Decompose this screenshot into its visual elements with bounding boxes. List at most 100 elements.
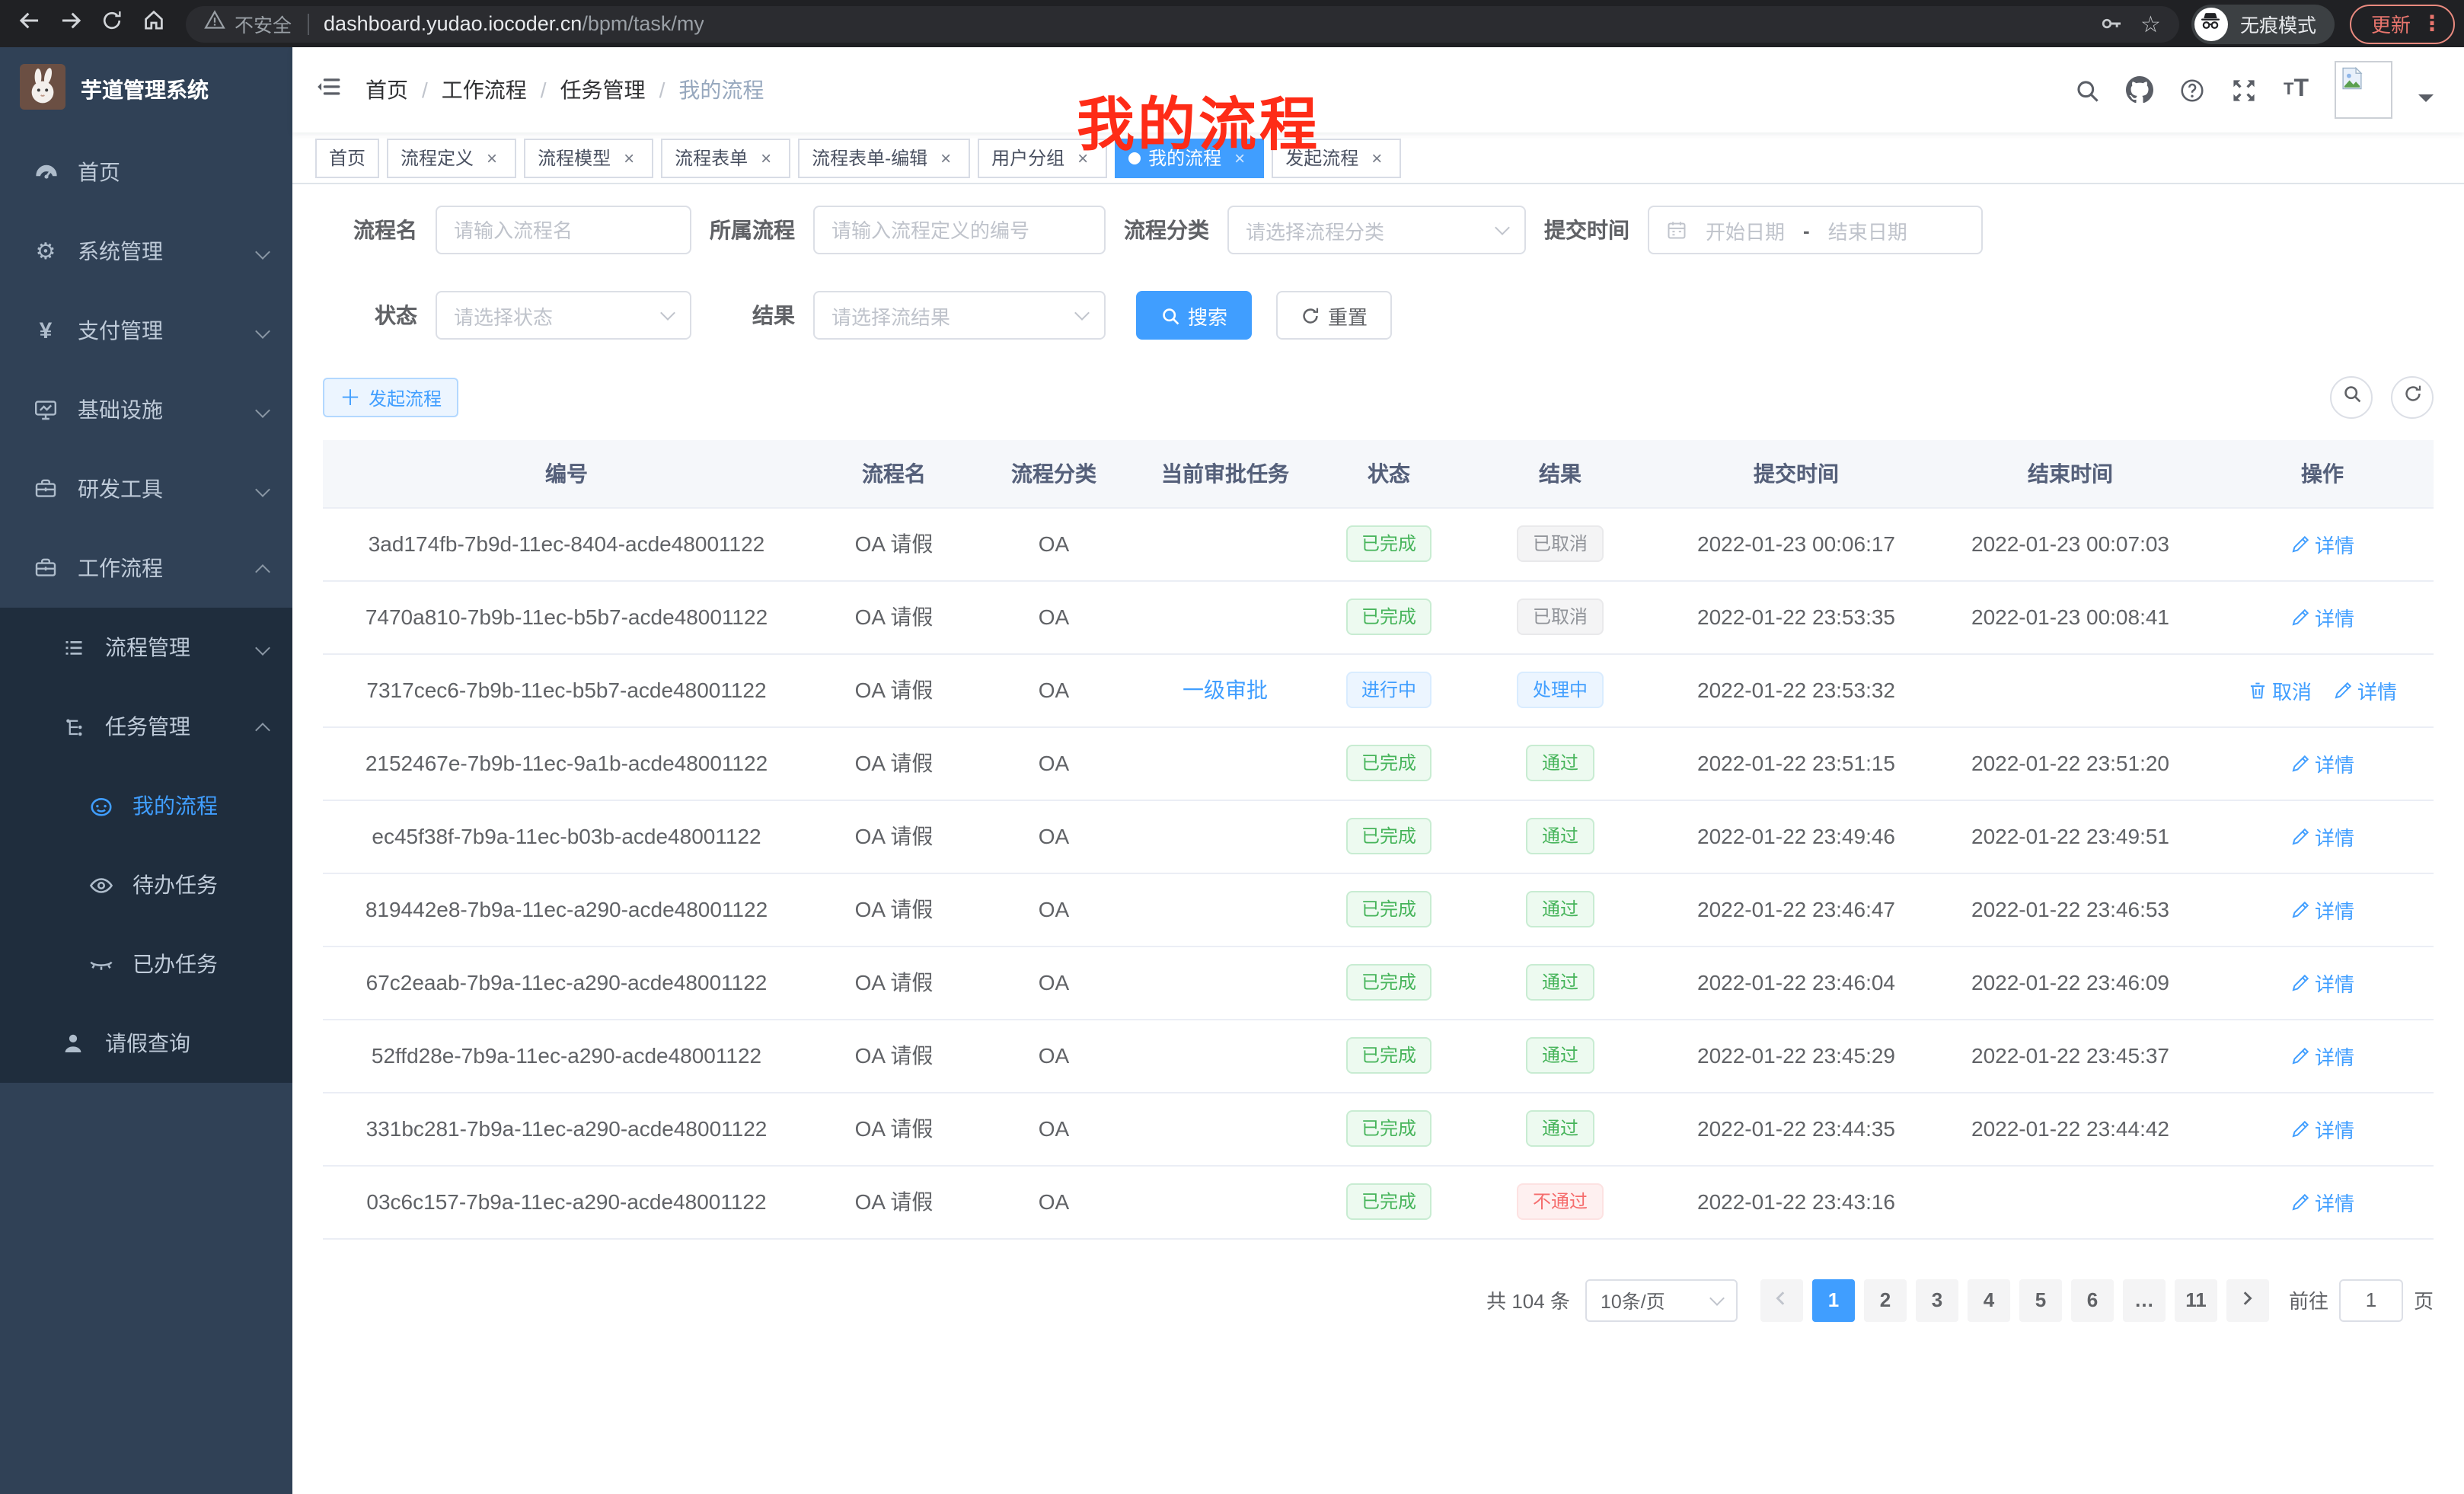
page-size-select[interactable]: 10条/页 bbox=[1585, 1279, 1738, 1321]
status-select[interactable]: 请选择状态 bbox=[436, 291, 691, 340]
process-name-input[interactable] bbox=[436, 206, 691, 254]
detail-action-link[interactable]: 详情 bbox=[2333, 675, 2397, 704]
prev-page-button[interactable] bbox=[1760, 1279, 1803, 1321]
page-button-2[interactable]: 2 bbox=[1864, 1279, 1907, 1321]
browser-update-button[interactable]: 更新 ⋮ bbox=[2350, 4, 2455, 43]
search-button[interactable]: 搜索 bbox=[1136, 291, 1252, 340]
next-page-button[interactable] bbox=[2226, 1279, 2269, 1321]
browser-reload-button[interactable] bbox=[91, 3, 132, 44]
github-icon[interactable] bbox=[2127, 76, 2154, 104]
bookmark-star-icon[interactable]: ☆ bbox=[2140, 10, 2161, 37]
browser-back-button[interactable] bbox=[9, 3, 50, 44]
sidebar-item-1[interactable]: ⚙系统管理 bbox=[0, 212, 292, 291]
page-button-6[interactable]: 6 bbox=[2071, 1279, 2114, 1321]
sidebar-item-4[interactable]: 研发工具 bbox=[0, 449, 292, 528]
browser-home-button[interactable] bbox=[132, 3, 174, 44]
detail-action-link[interactable]: 详情 bbox=[2290, 1114, 2354, 1143]
tab-流程表单-编辑[interactable]: 流程表单-编辑× bbox=[798, 138, 970, 177]
cell-id: 52ffd28e-7b9a-11ec-a290-acde48001122 bbox=[323, 1019, 810, 1092]
sidebar-item-7[interactable]: 任务管理 bbox=[0, 687, 292, 766]
sidebar-item-11[interactable]: 请假查询 bbox=[0, 1004, 292, 1083]
key-icon[interactable] bbox=[2099, 12, 2122, 35]
cell-category: OA bbox=[978, 1165, 1130, 1238]
detail-action-link[interactable]: 详情 bbox=[2290, 749, 2354, 777]
tab-发起流程[interactable]: 发起流程× bbox=[1272, 138, 1401, 177]
close-icon[interactable]: × bbox=[1366, 147, 1387, 168]
tab-我的流程[interactable]: 我的流程× bbox=[1115, 138, 1264, 177]
table-row: 2152467e-7b9b-11ec-9a1b-acde48001122OA 请… bbox=[323, 726, 2434, 800]
fullscreen-icon[interactable] bbox=[2232, 77, 2258, 103]
result-select[interactable]: 请选择流结果 bbox=[813, 291, 1106, 340]
tab-流程模型[interactable]: 流程模型× bbox=[524, 138, 653, 177]
close-icon[interactable]: × bbox=[618, 147, 640, 168]
sidebar-item-9[interactable]: 待办任务 bbox=[0, 845, 292, 924]
cell-submit-time: 2022-01-22 23:45:29 bbox=[1663, 1019, 1929, 1092]
detail-action-link[interactable]: 详情 bbox=[2290, 895, 2354, 924]
detail-action-link[interactable]: 详情 bbox=[2290, 822, 2354, 851]
active-tab-dot bbox=[1128, 152, 1141, 164]
action-label: 详情 bbox=[2315, 1187, 2354, 1216]
page-button-11[interactable]: 11 bbox=[2175, 1279, 2217, 1321]
close-icon[interactable]: × bbox=[935, 147, 956, 168]
page-button-4[interactable]: 4 bbox=[1968, 1279, 2010, 1321]
detail-action-link[interactable]: 详情 bbox=[2290, 529, 2354, 558]
cell-actions: 详情 bbox=[2211, 873, 2434, 946]
start-process-button[interactable]: ＋ 发起流程 bbox=[323, 378, 458, 417]
chevron-down-icon bbox=[255, 402, 270, 417]
tab-用户分组[interactable]: 用户分组× bbox=[978, 138, 1107, 177]
table-row: 52ffd28e-7b9a-11ec-a290-acde48001122OA 请… bbox=[323, 1019, 2434, 1092]
sidebar-item-0[interactable]: 首页 bbox=[0, 132, 292, 212]
sidebar-item-3[interactable]: 基础设施 bbox=[0, 370, 292, 449]
sidebar-toggle-button[interactable] bbox=[292, 72, 365, 107]
help-icon[interactable] bbox=[2180, 77, 2206, 103]
app-logo[interactable]: 芋道管理系统 bbox=[0, 47, 292, 132]
sidebar-item-label: 任务管理 bbox=[105, 711, 190, 742]
status-badge: 已完成 bbox=[1346, 525, 1431, 562]
cell-submit-time: 2022-01-22 23:46:04 bbox=[1663, 946, 1929, 1019]
submit-time-range-picker[interactable]: 开始日期 - 结束日期 bbox=[1648, 206, 1983, 254]
address-bar[interactable]: 不安全 dashboard.yudao.iocoder.cn/bpm/task/… bbox=[186, 5, 2179, 42]
goto-page-input[interactable] bbox=[2339, 1279, 2403, 1321]
tab-流程表单[interactable]: 流程表单× bbox=[661, 138, 790, 177]
page-button-3[interactable]: 3 bbox=[1916, 1279, 1958, 1321]
menu-dots-icon[interactable]: ⋮ bbox=[2421, 11, 2443, 37]
sidebar-item-2[interactable]: ¥支付管理 bbox=[0, 291, 292, 370]
tab-流程定义[interactable]: 流程定义× bbox=[387, 138, 516, 177]
more-pages-button[interactable]: … bbox=[2123, 1279, 2166, 1321]
table-search-button[interactable] bbox=[2330, 376, 2373, 419]
task-link[interactable]: 一级审批 bbox=[1183, 678, 1268, 702]
page-button-5[interactable]: 5 bbox=[2019, 1279, 2062, 1321]
avatar[interactable] bbox=[2335, 61, 2392, 119]
font-size-icon[interactable]: TT bbox=[2284, 76, 2309, 104]
cell-category: OA bbox=[978, 580, 1130, 653]
category-select[interactable]: 请选择流程分类 bbox=[1227, 206, 1526, 254]
reset-button[interactable]: 重置 bbox=[1276, 291, 1392, 340]
table-refresh-button[interactable] bbox=[2391, 376, 2434, 419]
cell-end-time bbox=[1929, 653, 2211, 726]
detail-action-link[interactable]: 详情 bbox=[2290, 1041, 2354, 1070]
cancel-action-link[interactable]: 取消 bbox=[2248, 675, 2312, 704]
cell-actions: 详情 bbox=[2211, 726, 2434, 800]
tab-首页[interactable]: 首页 bbox=[315, 138, 379, 177]
detail-action-link[interactable]: 详情 bbox=[2290, 1187, 2354, 1216]
result-badge: 处理中 bbox=[1518, 672, 1603, 708]
caret-down-icon[interactable] bbox=[2418, 94, 2434, 110]
breadcrumb-item[interactable]: 工作流程 bbox=[442, 75, 527, 105]
breadcrumb-item[interactable]: 首页 bbox=[365, 75, 408, 105]
close-icon[interactable]: × bbox=[1072, 147, 1093, 168]
sidebar-item-8[interactable]: 我的流程 bbox=[0, 766, 292, 845]
detail-action-link[interactable]: 详情 bbox=[2290, 968, 2354, 997]
breadcrumb-item[interactable]: 任务管理 bbox=[560, 75, 646, 105]
sidebar-item-6[interactable]: 流程管理 bbox=[0, 608, 292, 687]
close-icon[interactable]: × bbox=[755, 147, 777, 168]
process-definition-input[interactable] bbox=[813, 206, 1106, 254]
close-icon[interactable]: × bbox=[481, 147, 503, 168]
sidebar-item-10[interactable]: 已办任务 bbox=[0, 924, 292, 1004]
close-icon[interactable]: × bbox=[1229, 147, 1250, 168]
page-button-1[interactable]: 1 bbox=[1812, 1279, 1855, 1321]
table-row: 7470a810-7b9b-11ec-b5b7-acde48001122OA 请… bbox=[323, 580, 2434, 653]
detail-action-link[interactable]: 详情 bbox=[2290, 602, 2354, 631]
browser-forward-button[interactable] bbox=[50, 3, 91, 44]
sidebar-item-5[interactable]: 工作流程 bbox=[0, 528, 292, 608]
search-icon[interactable] bbox=[2075, 77, 2101, 103]
